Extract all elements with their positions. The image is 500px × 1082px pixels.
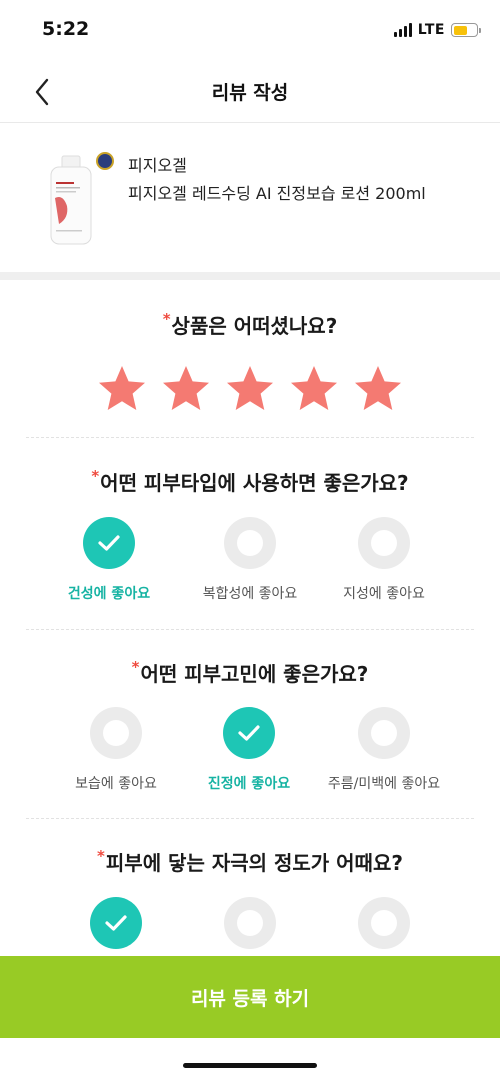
product-image	[50, 155, 92, 245]
option-dry-skin[interactable]: 건성에 좋아요	[34, 517, 184, 603]
section-divider	[0, 272, 500, 280]
star-icon[interactable]	[352, 363, 404, 415]
star-icon[interactable]	[288, 363, 340, 415]
question-title: *상품은 어떠셨나요?	[162, 310, 338, 338]
option-moisture[interactable]: 보습에 좋아요	[41, 707, 191, 793]
nav-header: 리뷰 작성	[0, 60, 500, 123]
product-name: 피지오겔 레드수딩 AI 진정보습 로션 200ml	[128, 184, 426, 203]
radio-circle-icon[interactable]	[358, 897, 410, 949]
check-icon[interactable]	[90, 897, 142, 949]
skin-type-question: *어떤 피부타입에 사용하면 좋은가요?	[0, 467, 500, 496]
option-label: 지성에 좋아요	[343, 586, 425, 602]
option-label: 보습에 좋아요	[75, 776, 157, 792]
page-title: 리뷰 작성	[211, 82, 289, 104]
submit-review-button[interactable]: 리뷰 등록 하기	[0, 956, 500, 1038]
battery-icon	[451, 23, 481, 37]
radio-circle-icon[interactable]	[224, 897, 276, 949]
star-icon[interactable]	[96, 363, 148, 415]
option-irritation-3[interactable]	[309, 897, 459, 949]
dashed-divider	[26, 629, 474, 630]
irritation-question: *피부에 닿는 자극의 정도가 어때요?	[0, 847, 500, 876]
status-bar: 5:22 LTE	[0, 0, 500, 60]
product-summary: 피지오겔 피지오겔 레드수딩 AI 진정보습 로션 200ml	[0, 124, 500, 272]
option-label: 주름/미백에 좋아요	[327, 776, 441, 792]
required-mark: *	[162, 310, 171, 328]
check-icon[interactable]	[223, 707, 275, 759]
star-icon[interactable]	[224, 363, 276, 415]
skin-concern-question: *어떤 피부고민에 좋은가요?	[0, 658, 500, 687]
network-label: LTE	[417, 22, 445, 38]
option-soothing[interactable]: 진정에 좋아요	[174, 707, 324, 793]
signal-icon	[393, 23, 412, 37]
brand-name: 피지오겔	[128, 156, 187, 175]
required-mark: *	[131, 658, 140, 676]
radio-circle-icon[interactable]	[224, 517, 276, 569]
required-mark: *	[97, 847, 105, 865]
question-title: *어떤 피부타입에 사용하면 좋은가요?	[91, 467, 409, 495]
option-label: 건성에 좋아요	[67, 586, 151, 602]
option-wrinkle-whitening[interactable]: 주름/미백에 좋아요	[309, 707, 459, 793]
home-indicator	[183, 1063, 317, 1068]
required-mark: *	[91, 467, 100, 485]
option-irritation-1[interactable]	[41, 897, 191, 949]
status-time: 5:22	[42, 18, 90, 40]
radio-circle-icon[interactable]	[90, 707, 142, 759]
star-icon[interactable]	[160, 363, 212, 415]
status-indicators: LTE	[393, 22, 481, 38]
option-irritation-2[interactable]	[175, 897, 325, 949]
question-title: *피부에 닿는 자극의 정도가 어때요?	[97, 847, 403, 875]
question-title: *어떤 피부고민에 좋은가요?	[131, 658, 369, 686]
check-icon[interactable]	[83, 517, 135, 569]
option-oily-skin[interactable]: 지성에 좋아요	[309, 517, 459, 603]
dashed-divider	[26, 437, 474, 438]
option-label: 복합성에 좋아요	[202, 586, 298, 602]
brand-badge-icon	[96, 152, 114, 170]
radio-circle-icon[interactable]	[358, 517, 410, 569]
star-rating[interactable]	[0, 363, 500, 415]
option-combination-skin[interactable]: 복합성에 좋아요	[175, 517, 325, 603]
radio-circle-icon[interactable]	[358, 707, 410, 759]
rating-question: *상품은 어떠셨나요?	[0, 310, 500, 339]
option-label: 진정에 좋아요	[207, 776, 291, 792]
dashed-divider	[26, 818, 474, 819]
